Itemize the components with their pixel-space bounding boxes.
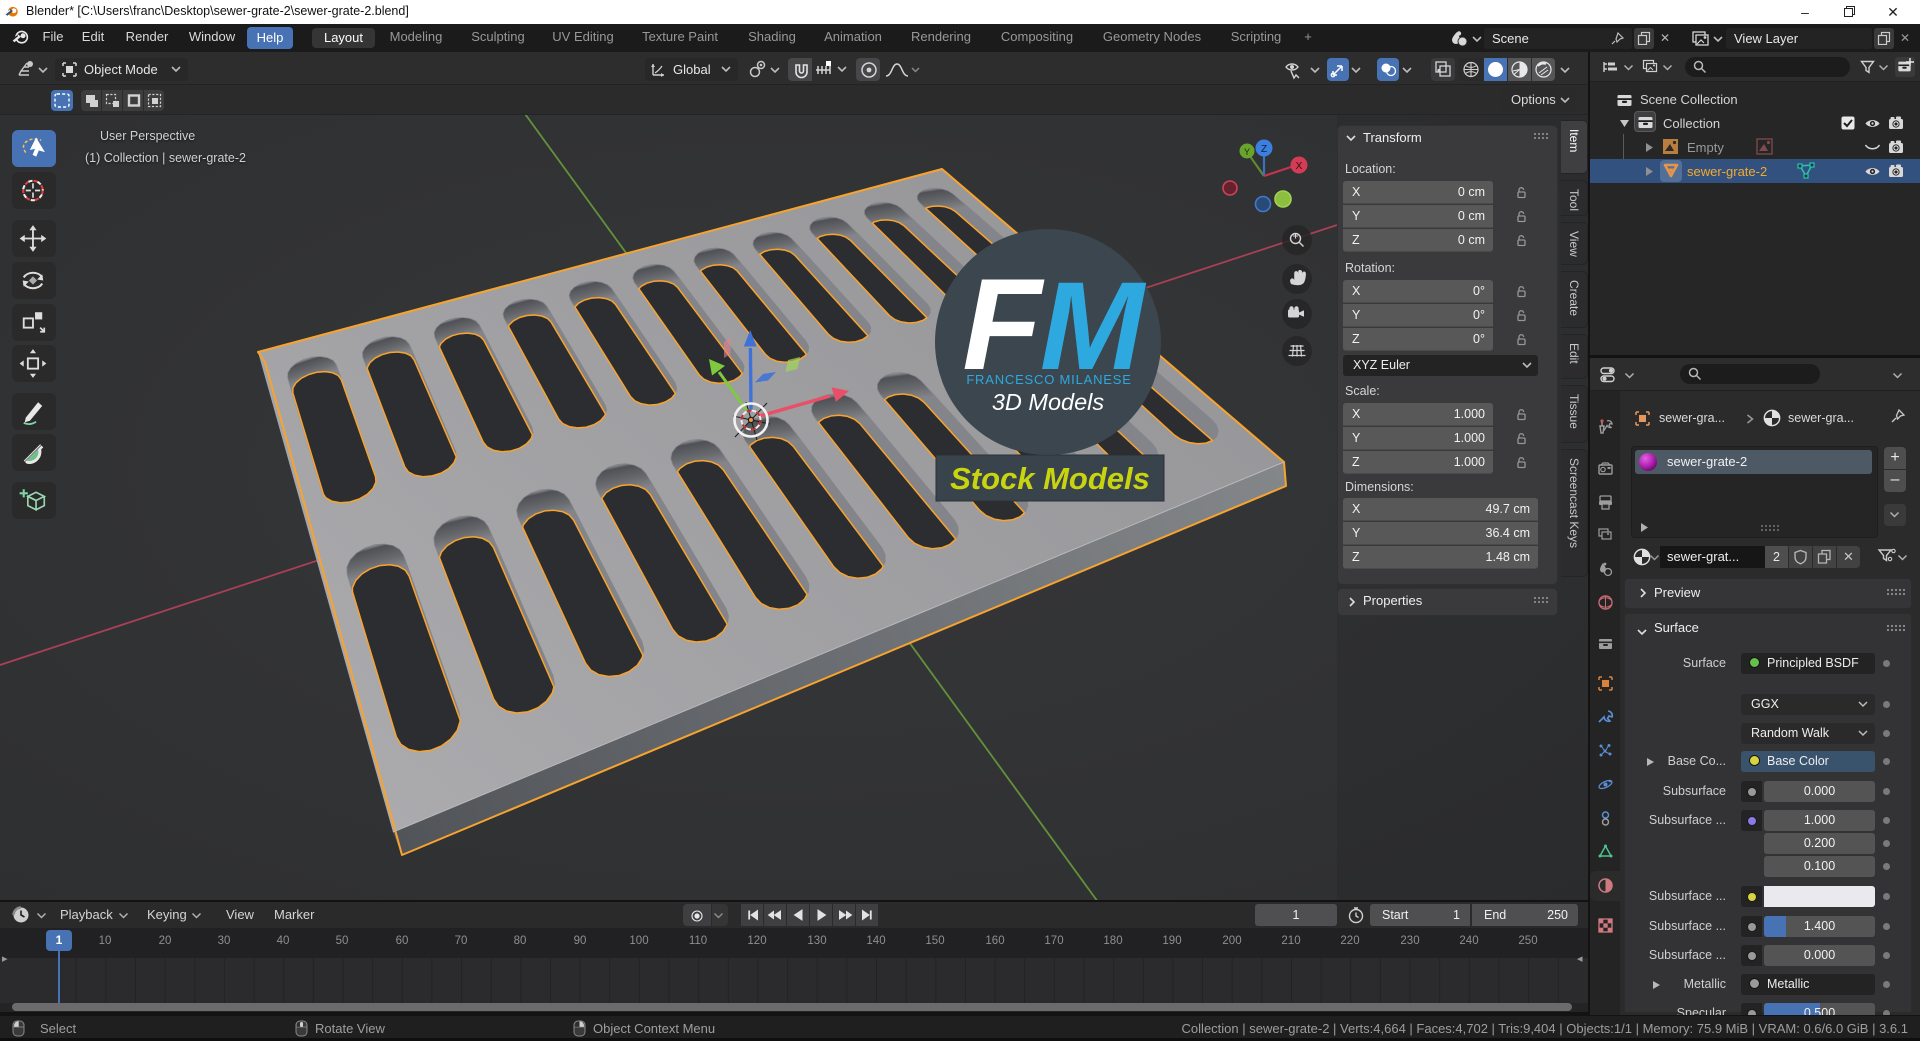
svg-text:3D Models: 3D Models <box>992 389 1105 415</box>
svg-text:Stock Models: Stock Models <box>950 461 1150 496</box>
svg-text:Z: Z <box>1261 144 1267 155</box>
svg-text:Y: Y <box>1244 147 1250 157</box>
svg-text:FRANCESCO MILANESE: FRANCESCO MILANESE <box>966 372 1131 387</box>
svg-text:X: X <box>1296 161 1303 172</box>
